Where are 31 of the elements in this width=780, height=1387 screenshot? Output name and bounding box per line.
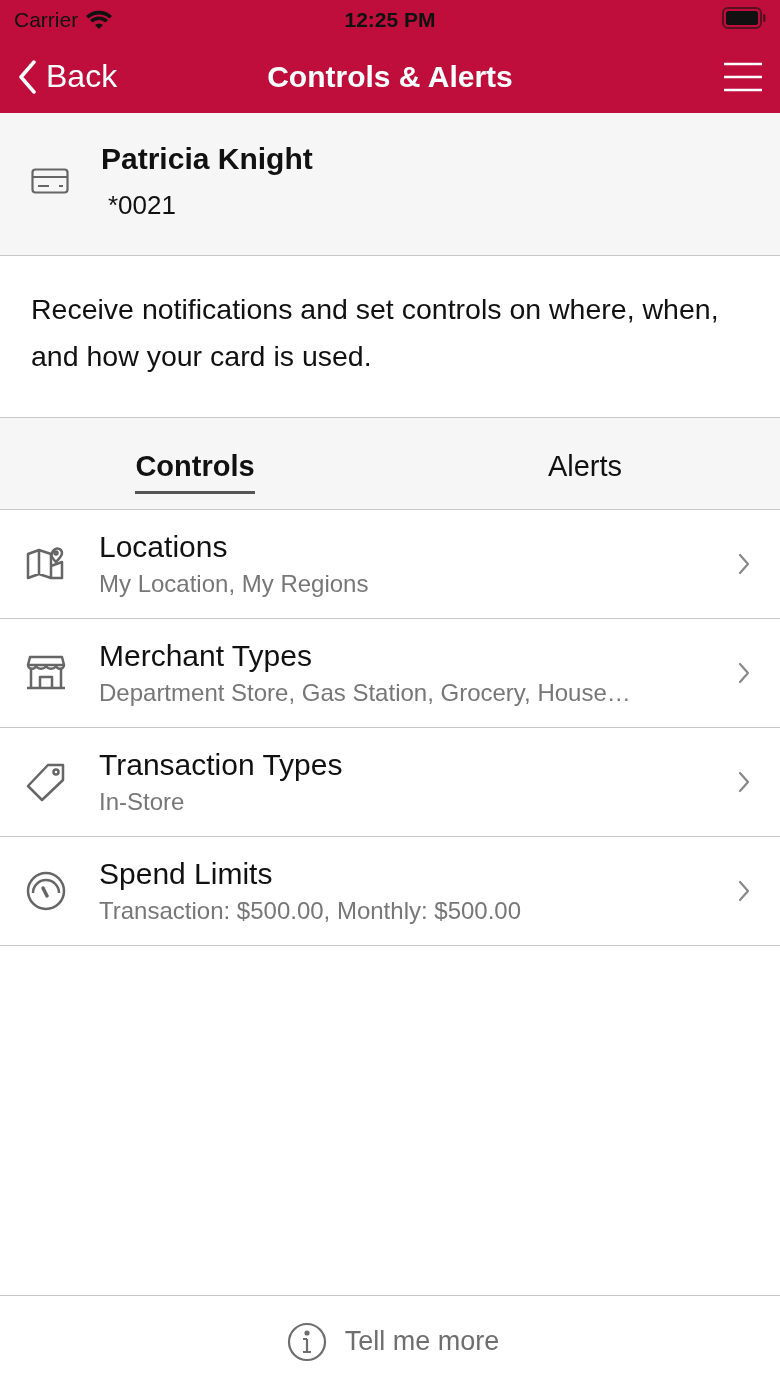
credit-card-icon — [31, 168, 69, 194]
row-title: Locations — [99, 530, 229, 564]
tell-me-more-link[interactable]: Tell me more — [286, 1321, 500, 1362]
row-subtitle: In-Store — [99, 788, 186, 816]
back-chevron-icon — [18, 59, 36, 94]
carrier-label: Carrier — [14, 8, 79, 32]
status-time: 12:25 PM — [344, 8, 436, 31]
battery-icon — [722, 6, 766, 29]
tag-icon — [26, 762, 66, 802]
gauge-icon — [26, 871, 66, 911]
storefront-icon — [26, 655, 66, 691]
description-text: Receive notifications and set controls on where, when, and how your card is used. — [31, 291, 720, 374]
row-subtitle: Transaction: $500.00, Monthly: $500.00 — [99, 897, 523, 925]
wifi-icon — [86, 10, 113, 30]
chevron-icon — [738, 880, 750, 902]
chevron-icon — [738, 662, 750, 684]
card-number: *0021 — [108, 189, 176, 221]
cardholder-name: Patricia Knight — [101, 141, 313, 176]
back-button[interactable]: Back — [18, 58, 118, 95]
row-title: Merchant Types — [99, 639, 313, 673]
tab[interactable]: Alerts — [547, 437, 623, 494]
chevron-icon — [738, 771, 750, 793]
row-title: Transaction Types — [99, 748, 344, 782]
chevron-icon — [738, 553, 750, 575]
screen-title: Controls & Alerts — [267, 59, 513, 93]
info-icon — [286, 1321, 327, 1362]
row-subtitle: My Location, My Regions — [99, 570, 370, 598]
menu-icon[interactable] — [724, 61, 762, 92]
tab[interactable]: Controls — [135, 437, 255, 494]
row-subtitle: Department Store, Gas Station, Grocery, House… — [99, 679, 632, 707]
row-title: Spend Limits — [99, 857, 274, 891]
